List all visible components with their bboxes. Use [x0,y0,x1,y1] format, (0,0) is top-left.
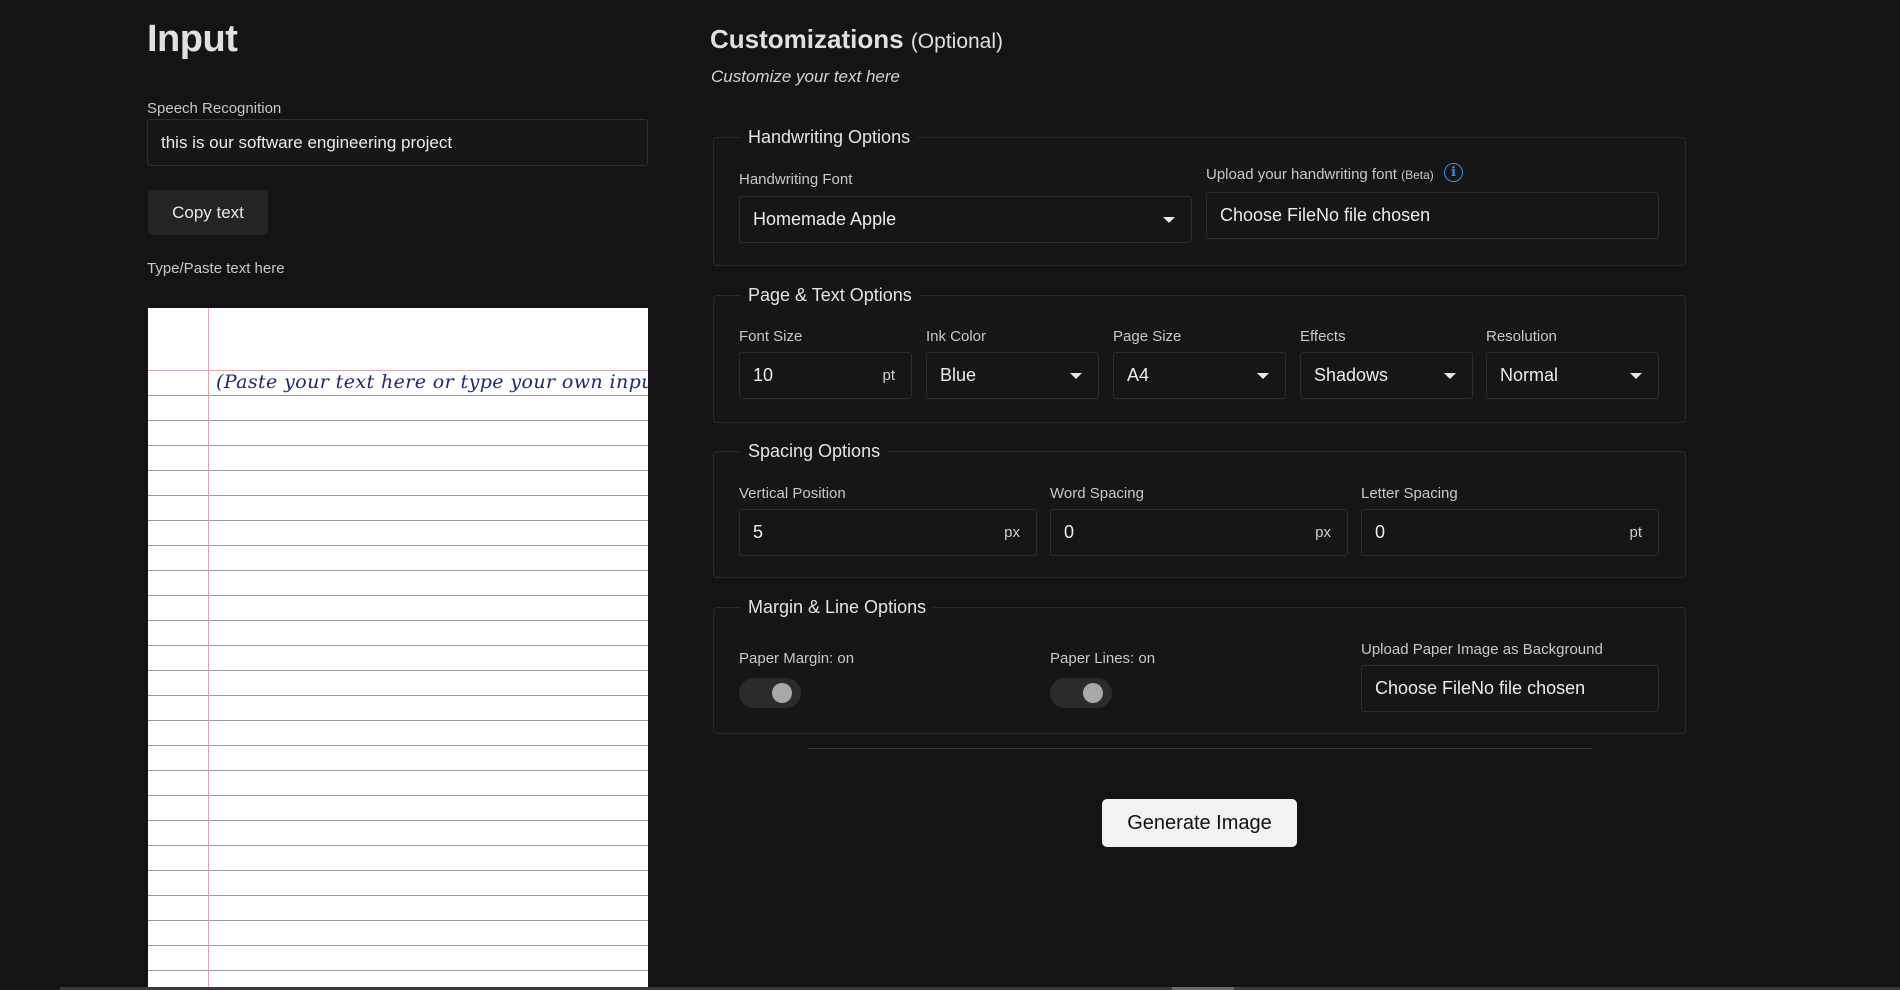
word-spacing-label: Word Spacing [1050,485,1144,502]
letter-spacing-label: Letter Spacing [1361,485,1458,502]
paper-background-file-input[interactable]: Choose FileNo file chosen [1361,665,1659,712]
margin-line-options-legend: Margin & Line Options [748,597,927,617]
spacing-options-legend: Spacing Options [748,441,881,461]
chevron-down-icon [1257,372,1269,379]
type-paste-label: Type/Paste text here [147,260,285,277]
handwriting-font-value: Homemade Apple [753,209,897,229]
paper-margin-label: Paper Margin: on [739,650,855,667]
input-title: Input [147,18,238,60]
handwriting-font-label: Handwriting Font [739,171,853,188]
section-divider [807,748,1592,749]
letter-spacing-input[interactable]: 0 pt [1361,509,1659,556]
effects-select[interactable]: Shadows [1300,352,1473,399]
font-size-value: 10 [753,365,774,385]
upload-font-file-value: Choose FileNo file chosen [1220,205,1431,225]
chevron-down-icon [1163,216,1175,223]
handwriting-font-select[interactable]: Homemade Apple [739,196,1192,243]
paper-background-label: Upload Paper Image as Background [1361,641,1603,658]
paper-margin-line [208,308,209,990]
ink-color-value: Blue [940,365,977,385]
speech-recognition-field[interactable]: this is our software engineering project [147,119,648,166]
word-spacing-unit: px [1315,524,1331,541]
vertical-position-input[interactable]: 5 px [739,509,1037,556]
chevron-down-icon [1070,372,1082,379]
customizations-title-text: Customizations [710,24,904,54]
word-spacing-input[interactable]: 0 px [1050,509,1348,556]
page-size-label: Page Size [1113,328,1182,345]
ink-color-select[interactable]: Blue [926,352,1099,399]
upload-font-label: Upload your handwriting font (Beta) [1206,166,1434,183]
chevron-down-icon [1444,372,1456,379]
vertical-position-unit: px [1004,524,1020,541]
generate-image-button[interactable]: Generate Image [1102,799,1297,847]
toggle-knob [1083,683,1103,703]
letter-spacing-unit: pt [1629,524,1642,541]
copy-text-button[interactable]: Copy text [148,190,268,235]
font-size-label: Font Size [739,328,803,345]
vertical-position-value: 5 [753,522,764,542]
resolution-select[interactable]: Normal [1486,352,1659,399]
vertical-position-label: Vertical Position [739,485,846,502]
paper-lines-toggle[interactable] [1050,678,1112,708]
upload-font-file-input[interactable]: Choose FileNo file chosen [1206,192,1659,239]
resolution-value: Normal [1500,365,1559,385]
paper-header-space [148,308,648,370]
font-size-unit: pt [882,367,895,384]
paper-margin-toggle[interactable] [739,678,801,708]
page-size-value: A4 [1127,365,1150,385]
paper-background-file-value: Choose FileNo file chosen [1375,678,1586,698]
customizations-title: Customizations (Optional) [710,24,1003,55]
customizations-subtitle: Customize your text here [711,67,900,86]
resolution-label: Resolution [1486,328,1557,345]
letter-spacing-value: 0 [1375,522,1386,542]
chevron-down-icon [1630,372,1642,379]
toggle-knob [772,683,792,703]
paper-lines-label: Paper Lines: on [1050,650,1156,667]
effects-label: Effects [1300,328,1346,345]
paper-text-area[interactable]: (Paste your text here or type your own i… [148,308,648,990]
word-spacing-value: 0 [1064,522,1075,542]
effects-value: Shadows [1314,365,1389,385]
speech-recognition-value: this is our software engineering project [161,132,453,152]
speech-recognition-label: Speech Recognition [147,100,282,117]
ink-color-label: Ink Color [926,328,987,345]
font-size-input[interactable]: 10 pt [739,352,912,399]
paper-placeholder-text: (Paste your text here or type your own i… [216,371,648,393]
page-text-options-legend: Page & Text Options [748,285,912,305]
page: Input Speech Recognition this is our sof… [0,0,1900,990]
customizations-optional-text: (Optional) [910,30,1004,53]
handwriting-options-legend: Handwriting Options [748,127,911,147]
upload-font-beta-text: (Beta) [1401,168,1434,182]
info-icon[interactable]: i [1444,163,1463,182]
upload-font-label-text: Upload your handwriting font [1206,166,1397,183]
page-size-select[interactable]: A4 [1113,352,1286,399]
